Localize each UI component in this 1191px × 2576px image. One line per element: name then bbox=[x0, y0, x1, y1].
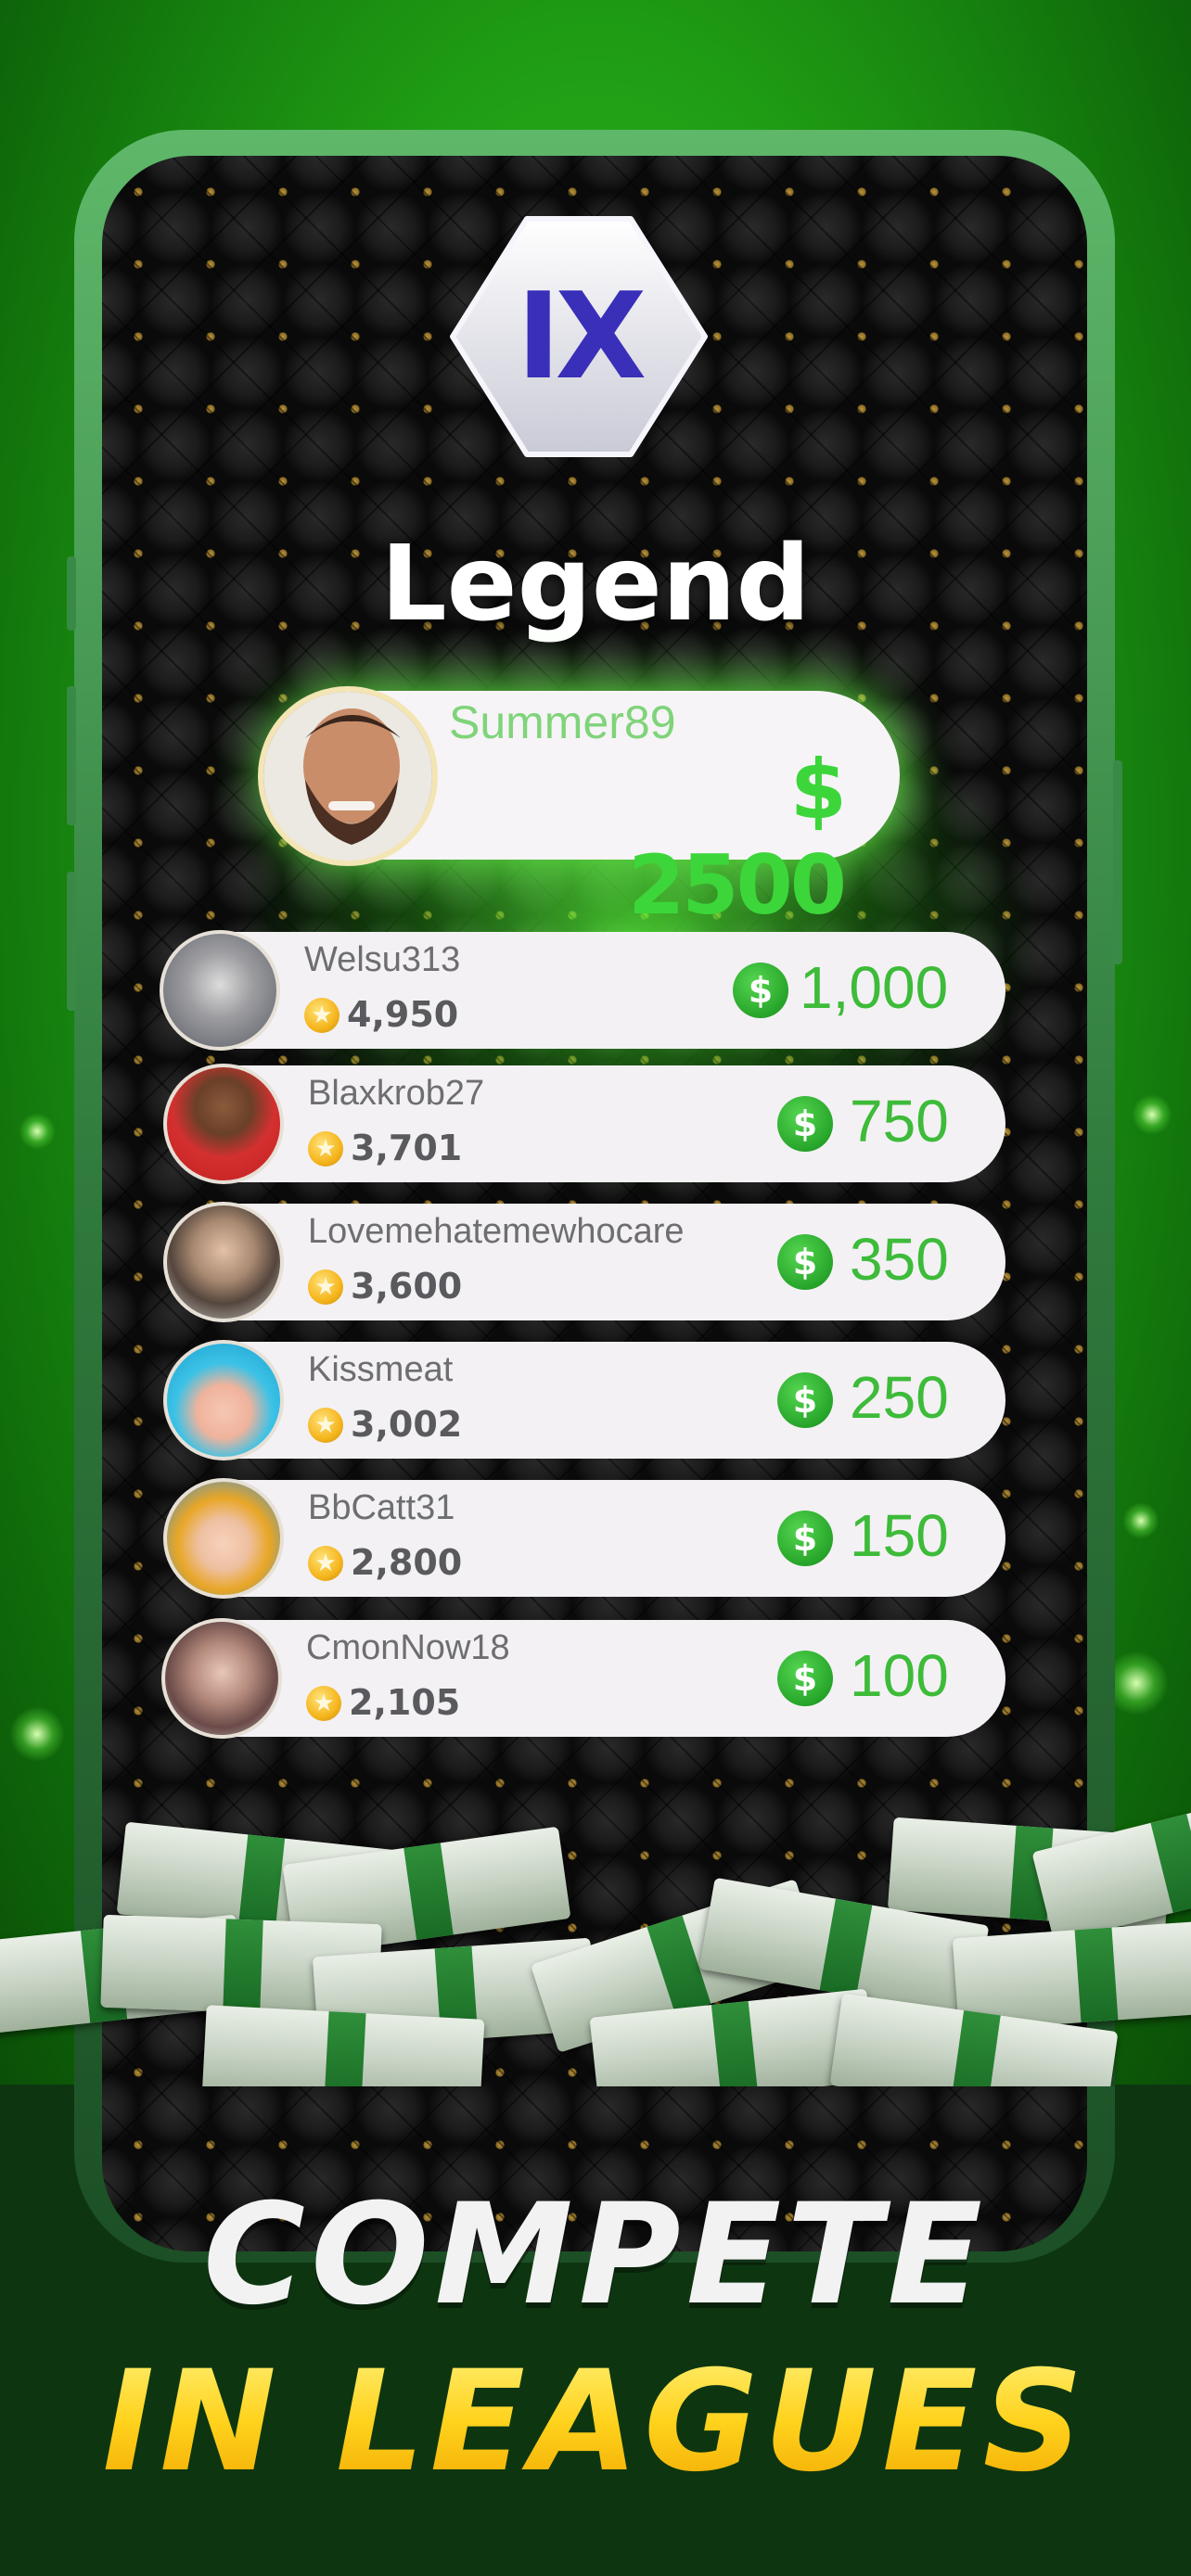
player-score: 2,105 bbox=[349, 1682, 461, 1723]
player-prize: 1,000 bbox=[800, 954, 949, 1021]
player-prize: 150 bbox=[850, 1502, 949, 1569]
top-player-prize: $ 2500 bbox=[628, 742, 847, 933]
player-score: 2,800 bbox=[351, 1542, 463, 1583]
star-icon: ★ bbox=[308, 1269, 343, 1305]
player-name: Lovemehatemewhocare bbox=[308, 1212, 685, 1251]
dollar-coin-icon: $ bbox=[777, 1372, 833, 1428]
league-badge: IX bbox=[445, 211, 712, 462]
avatar bbox=[163, 1340, 284, 1460]
avatar bbox=[160, 930, 280, 1051]
player-name: Blaxkrob27 bbox=[308, 1074, 485, 1113]
player-score: 3,600 bbox=[351, 1266, 463, 1307]
player-name: Kissmeat bbox=[308, 1350, 454, 1389]
person-avatar-icon bbox=[263, 692, 432, 861]
headline-line-1: COMPETE bbox=[202, 2174, 989, 2336]
sparkle bbox=[1122, 1502, 1159, 1539]
player-name: BbCatt31 bbox=[308, 1488, 455, 1527]
player-name: Welsu313 bbox=[304, 940, 461, 979]
player-score: 3,701 bbox=[351, 1128, 463, 1168]
avatar bbox=[258, 686, 438, 866]
phone-side-button bbox=[67, 686, 76, 825]
sparkle bbox=[19, 1113, 56, 1150]
headline-line-2: IN LEAGUES bbox=[0, 2341, 1191, 2503]
money-pile-decoration bbox=[0, 1762, 1191, 2086]
phone-side-button bbox=[1113, 760, 1122, 964]
player-prize: 350 bbox=[850, 1226, 949, 1293]
league-badge-label: IX bbox=[516, 267, 647, 406]
player-prize: 100 bbox=[850, 1642, 949, 1709]
dollar-coin-icon: $ bbox=[777, 1511, 833, 1566]
player-score: 3,002 bbox=[351, 1404, 463, 1445]
player-score: 4,950 bbox=[347, 994, 459, 1035]
league-title: Legend bbox=[380, 524, 811, 644]
player-name: CmonNow18 bbox=[306, 1628, 510, 1667]
avatar bbox=[163, 1478, 284, 1599]
star-icon: ★ bbox=[308, 1408, 343, 1443]
avatar bbox=[161, 1618, 282, 1739]
star-icon: ★ bbox=[308, 1131, 343, 1167]
avatar bbox=[163, 1202, 284, 1322]
cash-bundle bbox=[201, 2005, 485, 2086]
phone-side-button bbox=[67, 872, 76, 1011]
dollar-coin-icon: $ bbox=[733, 963, 788, 1018]
avatar bbox=[163, 1064, 284, 1184]
star-icon: ★ bbox=[308, 1546, 343, 1581]
player-prize: 250 bbox=[850, 1364, 949, 1431]
star-icon: ★ bbox=[304, 998, 339, 1033]
sparkle bbox=[1132, 1094, 1172, 1135]
sparkle bbox=[9, 1706, 65, 1762]
dollar-coin-icon: $ bbox=[777, 1096, 833, 1152]
dollar-coin-icon: $ bbox=[777, 1651, 833, 1706]
star-icon: ★ bbox=[306, 1686, 341, 1721]
cash-bundle bbox=[1031, 1785, 1191, 1943]
dollar-coin-icon: $ bbox=[777, 1234, 833, 1290]
player-prize: 750 bbox=[850, 1088, 949, 1154]
